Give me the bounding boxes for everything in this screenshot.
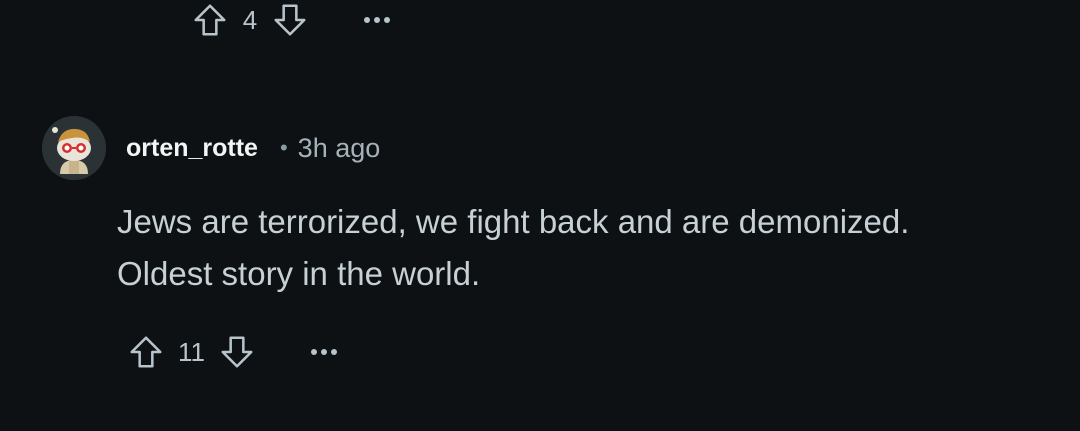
downvote-icon[interactable] <box>270 0 310 40</box>
meta-separator: • <box>279 135 288 160</box>
upvote-icon[interactable] <box>126 332 166 372</box>
comment-actions: 11 <box>126 332 339 372</box>
vote-count: 11 <box>178 336 205 367</box>
comment-header: orten_rotte • 3h ago <box>42 116 380 180</box>
vote-count: 4 <box>242 4 258 35</box>
more-options-icon[interactable] <box>309 337 339 367</box>
more-options-icon[interactable] <box>362 5 392 35</box>
comment-text-line: Jews are terrorized, we fight back and a… <box>117 203 910 240</box>
comment-body: Jews are terrorized, we fight back and a… <box>117 196 1037 300</box>
user-avatar[interactable] <box>42 116 106 180</box>
upvote-icon[interactable] <box>190 0 230 40</box>
downvote-icon[interactable] <box>217 332 257 372</box>
comment-text-line: Oldest story in the world. <box>117 255 481 292</box>
username-link[interactable]: orten_rotte <box>126 134 258 163</box>
comment-timestamp: 3h ago <box>297 132 381 163</box>
previous-comment-actions: 4 <box>190 0 392 40</box>
